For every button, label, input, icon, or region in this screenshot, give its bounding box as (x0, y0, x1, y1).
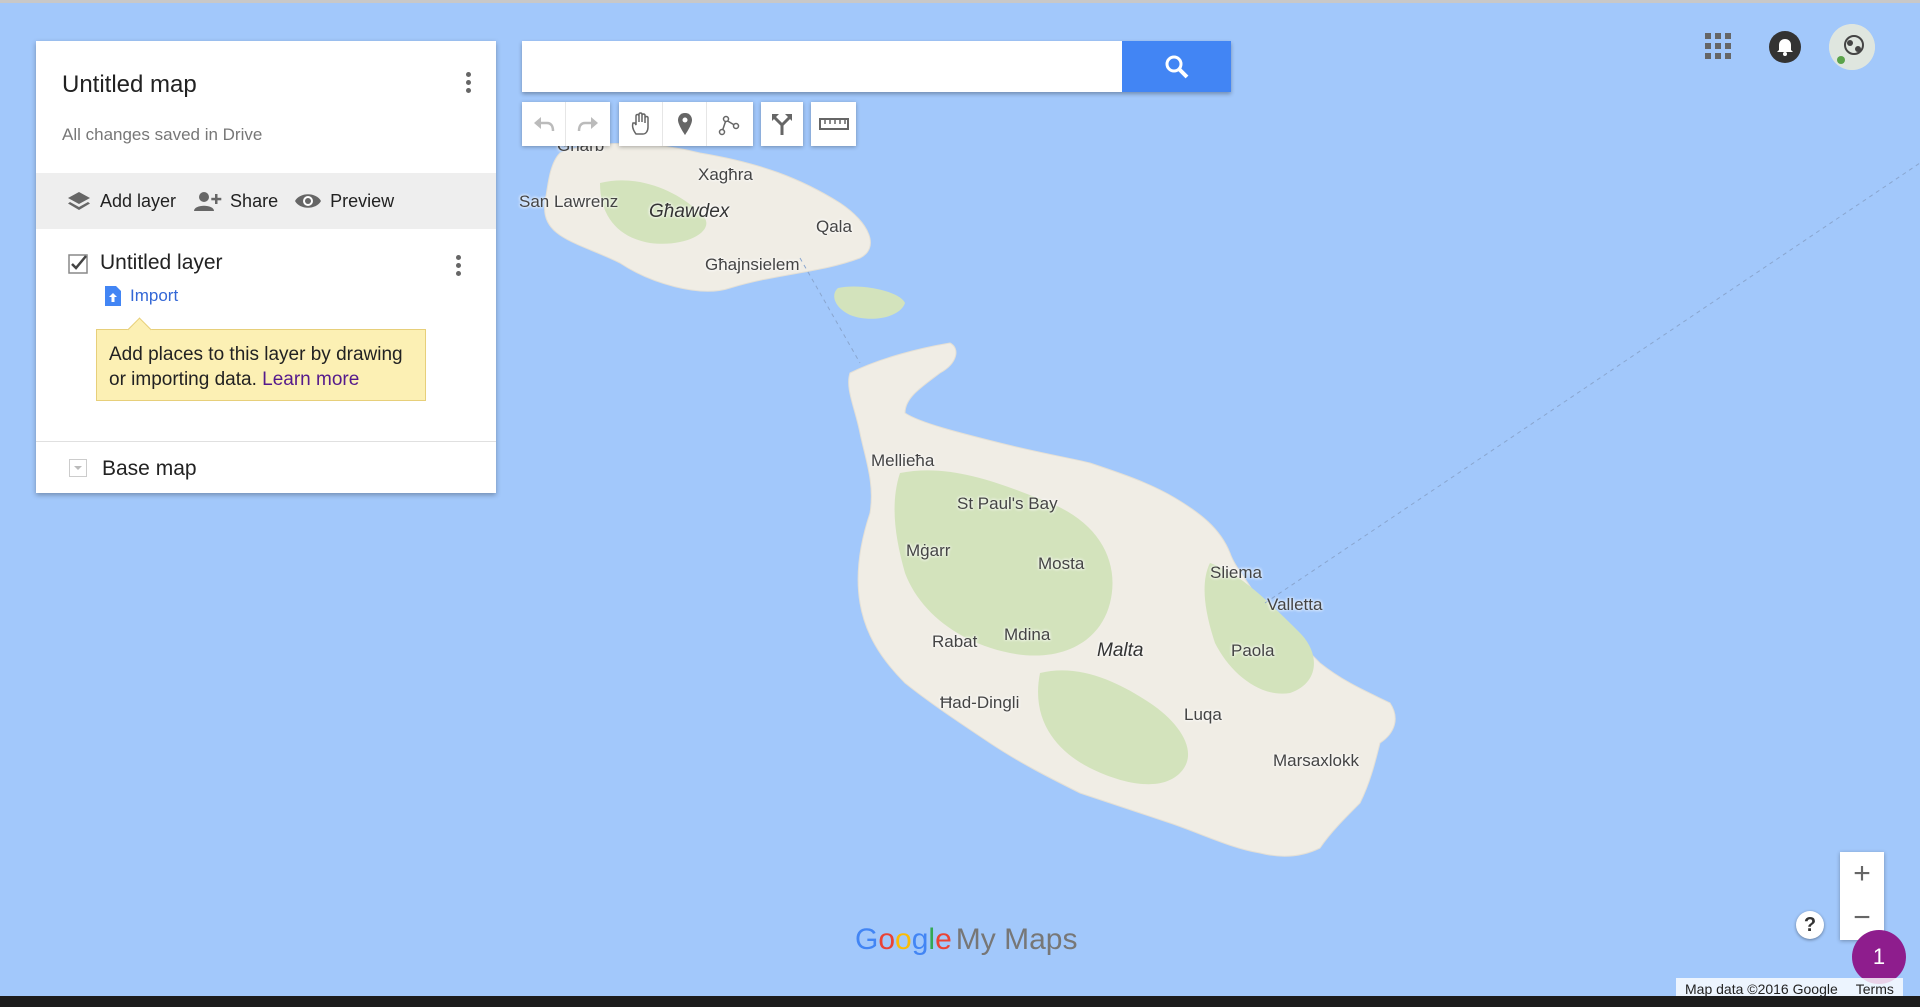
window-bottom-bar (0, 996, 1920, 1007)
add-directions-button[interactable] (761, 102, 803, 146)
base-map-expand-icon[interactable] (69, 459, 87, 477)
measure-distance-button[interactable] (811, 102, 856, 146)
map-label-xaghra: Xagħra (698, 165, 753, 184)
add-layer-label: Add layer (100, 190, 177, 211)
my-maps-wordmark: My Maps (955, 923, 1078, 956)
map-attribution: Map data ©2016 Google Terms (1676, 978, 1903, 996)
map-label-malta: Malta (1097, 640, 1144, 661)
map-label-mellieha: Mellieħa (871, 451, 935, 470)
layers-icon (68, 192, 90, 210)
ruler-icon (818, 118, 849, 130)
map-label-st-pauls-bay: St Paul's Bay (957, 494, 1058, 513)
map-data-copyright: Map data ©2016 Google (1685, 980, 1838, 997)
import-link[interactable]: Import (104, 285, 178, 307)
line-icon (718, 115, 740, 136)
map-label-san-lawrenz: San Lawrenz (519, 192, 619, 211)
map-details-panel: Untitled map All changes saved in Drive … (36, 41, 496, 493)
map-label-mdina: Mdina (1004, 625, 1051, 644)
account-avatar[interactable] (1829, 24, 1875, 70)
zoom-control: + − (1840, 852, 1884, 940)
hand-icon (631, 112, 649, 135)
layer-name[interactable]: Untitled layer (100, 251, 223, 275)
select-items-button[interactable] (619, 102, 663, 146)
map-label-sliema: Sliema (1210, 563, 1262, 582)
learn-more-link[interactable]: Learn more (262, 369, 359, 390)
search-input[interactable] (522, 41, 1122, 92)
panel-actions-bar: Add layer Share Preview (36, 173, 496, 229)
terms-link[interactable]: Terms (1847, 981, 1903, 997)
undo-redo-group (522, 102, 610, 146)
map-label-qala: Qala (816, 217, 852, 236)
comino-island (834, 286, 905, 319)
layer-options-menu-icon[interactable] (448, 252, 468, 280)
add-person-icon (194, 192, 222, 211)
preview-label: Preview (330, 190, 395, 211)
tip-arrow (127, 317, 152, 342)
redo-button[interactable] (566, 102, 610, 146)
drawing-tools-group (619, 102, 753, 146)
notifications-bell-icon[interactable] (1769, 31, 1801, 63)
draw-line-button[interactable] (707, 102, 751, 146)
add-layer-button[interactable]: Add layer (66, 190, 176, 212)
directions-icon (772, 114, 792, 135)
redo-icon (577, 117, 598, 132)
share-button[interactable]: Share (192, 190, 278, 212)
layer-tip-box: Add places to this layer by drawing or i… (96, 317, 426, 401)
map-title[interactable]: Untitled map (62, 71, 197, 99)
map-canvas[interactable]: Għarb Xagħra San Lawrenz Għawdex Qala Għ… (0, 3, 1920, 996)
preview-button[interactable]: Preview (294, 191, 394, 212)
eye-icon (295, 194, 322, 208)
map-options-menu-icon[interactable] (458, 69, 478, 97)
search-box (522, 41, 1231, 92)
map-label-luqa: Luqa (1184, 705, 1222, 724)
map-label-mgarr: Mġarr (906, 541, 951, 560)
zoom-in-button[interactable]: + (1840, 852, 1884, 896)
map-label-valletta: Valletta (1267, 595, 1323, 614)
directions-group (761, 102, 803, 146)
undo-button[interactable] (522, 102, 566, 146)
map-label-ghajnsielem: Għajnsielem (705, 255, 800, 274)
apps-grid-icon[interactable] (1705, 33, 1731, 59)
add-marker-button[interactable] (663, 102, 707, 146)
help-icon[interactable]: ? (1796, 911, 1824, 939)
notification-count-badge[interactable]: 1 (1852, 930, 1906, 984)
import-label: Import (130, 286, 179, 305)
import-file-icon (105, 286, 121, 306)
panel-divider (36, 441, 496, 442)
measure-group (811, 102, 856, 146)
google-my-maps-logo: Google My Maps (855, 923, 1077, 957)
map-label-rabat: Rabat (932, 632, 978, 651)
base-map-label[interactable]: Base map (102, 457, 197, 481)
map-label-had-dingli: Ħad-Dingli (940, 693, 1020, 712)
share-label: Share (230, 190, 279, 211)
undo-icon (533, 117, 554, 132)
layer-row: Untitled layer (36, 246, 496, 286)
base-map-row[interactable]: Base map (36, 449, 496, 489)
map-label-paola: Paola (1231, 641, 1275, 660)
save-status: All changes saved in Drive (62, 125, 263, 144)
search-button[interactable] (1122, 41, 1231, 92)
search-icon (1165, 55, 1188, 78)
map-label-mosta: Mosta (1038, 554, 1085, 573)
map-label-marsaxlokk: Marsaxlokk (1273, 751, 1359, 770)
map-label-ghawdex: Għawdex (649, 201, 730, 222)
google-wordmark: Google (855, 923, 952, 956)
marker-icon (677, 113, 692, 135)
layer-visibility-checkbox[interactable] (68, 254, 88, 274)
